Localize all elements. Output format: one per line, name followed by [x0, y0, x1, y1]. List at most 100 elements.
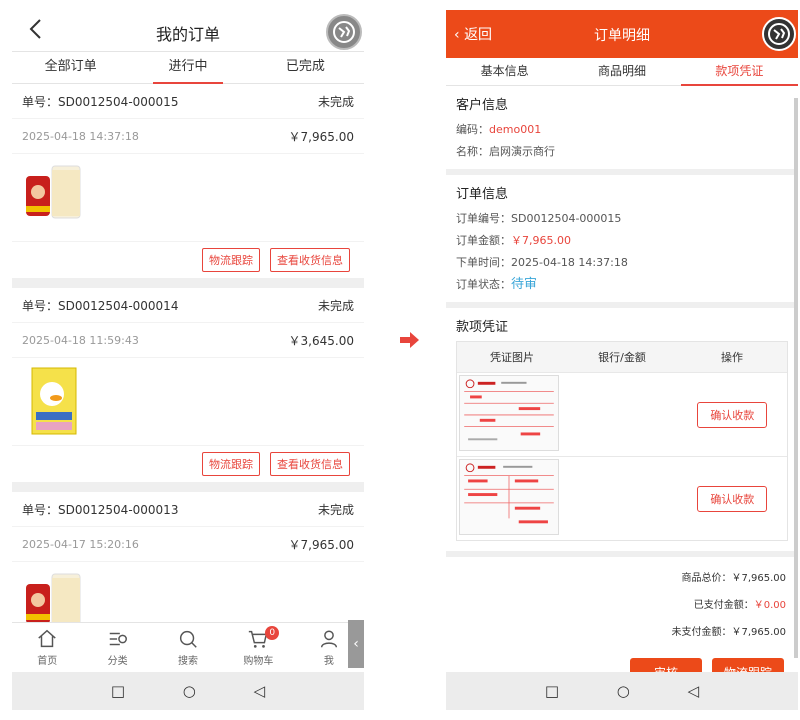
order-time: 2025-04-18 11:59:43	[22, 333, 139, 347]
order-number: 订单编号：SD0012504-000015	[456, 212, 622, 225]
arrow-right-icon	[400, 332, 419, 348]
order-number: 单号：SD0012504-000014	[22, 298, 179, 313]
order-actions: 物流跟踪 查看收货信息	[12, 446, 364, 482]
order-meta: 2025-04-17 15:20:16 ￥7,965.00	[12, 526, 364, 562]
nav-category[interactable]: 分类	[82, 623, 152, 672]
home-circle-icon[interactable]: ○	[617, 682, 630, 700]
order-actions: 物流跟踪 查看收货信息	[12, 242, 364, 278]
tab-completed[interactable]: 已完成	[247, 52, 364, 83]
header: ‹ 返回 订单明细	[446, 10, 798, 58]
order-info: 订单信息 订单编号：SD0012504-000015 订单金额：￥7,965.0…	[446, 175, 798, 302]
nav-label: 分类	[107, 656, 128, 667]
voucher-image[interactable]	[457, 374, 568, 455]
bank-slip-image	[459, 374, 559, 451]
header: 我的订单	[12, 10, 364, 52]
order-time: 2025-04-17 15:20:16	[22, 537, 139, 551]
customer-info: 客户信息 编码：demo001 名称：启网演示商行	[446, 86, 798, 169]
home-circle-icon[interactable]: ○	[183, 682, 196, 700]
section-title: 款项凭证	[456, 320, 509, 335]
logo-icon[interactable]	[326, 14, 362, 50]
order-detail-screen: ‹ 返回 订单明细 基本信息 商品明细 款项凭证 客户信息 编码：demo001…	[446, 10, 798, 710]
logo-icon[interactable]	[762, 17, 796, 51]
order-amount: ￥7,965.00	[288, 129, 354, 144]
nav-home[interactable]: 首页	[12, 623, 82, 672]
order-status: 订单状态：待审	[456, 277, 538, 292]
tab-basic-info[interactable]: 基本信息	[446, 58, 563, 85]
juice-box-image	[31, 367, 77, 435]
page-title: 我的订单	[155, 25, 220, 44]
table-row: 确认收款	[457, 372, 787, 456]
column-header: 凭证图片	[490, 351, 534, 364]
detail-tabs: 基本信息 商品明细 款项凭证	[446, 58, 798, 86]
order-card[interactable]: 单号：SD0012504-000015 未完成 2025-04-18 14:37…	[12, 84, 364, 278]
table-header: 凭证图片 银行/金额 操作	[457, 342, 787, 372]
order-status: 未完成	[317, 298, 354, 313]
unpaid-amount: 未支付金额：￥7,965.00	[671, 627, 786, 638]
tab-product-details[interactable]: 商品明细	[563, 58, 680, 85]
bottom-nav: 首页 分类 搜索 0 购物车 我	[12, 622, 364, 672]
order-header: 单号：SD0012504-000014 未完成	[12, 288, 364, 322]
column-header: 操作	[721, 351, 743, 364]
nav-cart[interactable]: 0 购物车	[223, 623, 293, 672]
system-nav-bar: □ ○ ◁	[12, 672, 364, 710]
home-icon	[38, 629, 56, 648]
order-tabs: 全部订单 进行中 已完成	[12, 52, 364, 84]
tab-payment-voucher[interactable]: 款项凭证	[680, 58, 798, 86]
category-icon	[109, 632, 127, 646]
view-shipping-button[interactable]: 查看收货信息	[270, 452, 350, 476]
nav-label: 首页	[37, 656, 58, 667]
recents-icon[interactable]: □	[111, 682, 125, 700]
order-card[interactable]: 单号：SD0012504-000014 未完成 2025-04-18 11:59…	[12, 288, 364, 482]
nav-label: 购物车	[243, 656, 274, 667]
order-meta: 2025-04-18 14:37:18 ￥7,965.00	[12, 118, 364, 154]
side-panel-handle[interactable]: ‹	[348, 620, 364, 668]
track-logistics-button[interactable]: 物流跟踪	[202, 452, 260, 476]
order-amount: ￥7,965.00	[288, 537, 354, 552]
order-totals: 商品总价：￥7,965.00 已支付金额：￥0.00 未支付金额：￥7,965.…	[446, 557, 798, 646]
scrollbar[interactable]	[794, 98, 798, 658]
user-icon	[320, 630, 337, 648]
confirm-payment-button[interactable]: 确认收款	[697, 485, 768, 512]
bank-slip-image	[459, 458, 559, 535]
total-price: 商品总价：￥7,965.00	[681, 573, 786, 584]
order-status: 未完成	[317, 94, 354, 109]
confirm-payment-button[interactable]: 确认收款	[697, 401, 768, 428]
order-amount: 订单金额：￥7,965.00	[456, 234, 571, 247]
cart-badge: 0	[265, 626, 280, 640]
voucher-table: 凭证图片 银行/金额 操作 确认收款 确认收款	[456, 341, 788, 541]
view-shipping-button[interactable]: 查看收货信息	[270, 248, 350, 272]
back-triangle-icon[interactable]: ◁	[688, 682, 700, 700]
recents-icon[interactable]: □	[545, 682, 559, 700]
table-row: 确认收款	[457, 456, 787, 540]
nav-label: 我	[323, 656, 334, 667]
divider	[12, 278, 364, 288]
tab-all-orders[interactable]: 全部订单	[12, 52, 129, 83]
order-time: 下单时间：2025-04-18 14:37:18	[456, 256, 628, 269]
product-image[interactable]	[12, 358, 364, 446]
customer-name: 名称：启网演示商行	[456, 145, 555, 158]
order-header: 单号：SD0012504-000013 未完成	[12, 492, 364, 526]
orders-screen: 我的订单 全部订单 进行中 已完成 单号：SD0012504-000015 未完…	[12, 10, 364, 710]
nav-search[interactable]: 搜索	[153, 623, 223, 672]
back-triangle-icon[interactable]: ◁	[254, 682, 266, 700]
order-meta: 2025-04-18 11:59:43 ￥3,645.00	[12, 322, 364, 358]
order-time: 2025-04-18 14:37:18	[22, 129, 139, 143]
section-title: 客户信息	[456, 98, 509, 113]
tab-in-progress[interactable]: 进行中	[129, 52, 246, 84]
voucher-section: 款项凭证	[446, 308, 798, 335]
order-header: 单号：SD0012504-000015 未完成	[12, 84, 364, 118]
drink-can-and-milk-image	[26, 165, 81, 219]
voucher-image[interactable]	[457, 458, 568, 539]
order-amount: ￥3,645.00	[288, 333, 354, 348]
page-title: 订单明细	[594, 28, 650, 44]
customer-code: 编码：demo001	[456, 123, 542, 136]
divider	[12, 482, 364, 492]
nav-label: 搜索	[178, 656, 199, 667]
order-number: 单号：SD0012504-000015	[22, 94, 179, 109]
section-title: 订单信息	[456, 187, 509, 202]
column-header: 银行/金额	[598, 351, 646, 364]
track-logistics-button[interactable]: 物流跟踪	[202, 248, 260, 272]
search-icon	[179, 630, 197, 648]
order-status: 未完成	[317, 502, 354, 517]
product-image[interactable]	[12, 154, 364, 242]
